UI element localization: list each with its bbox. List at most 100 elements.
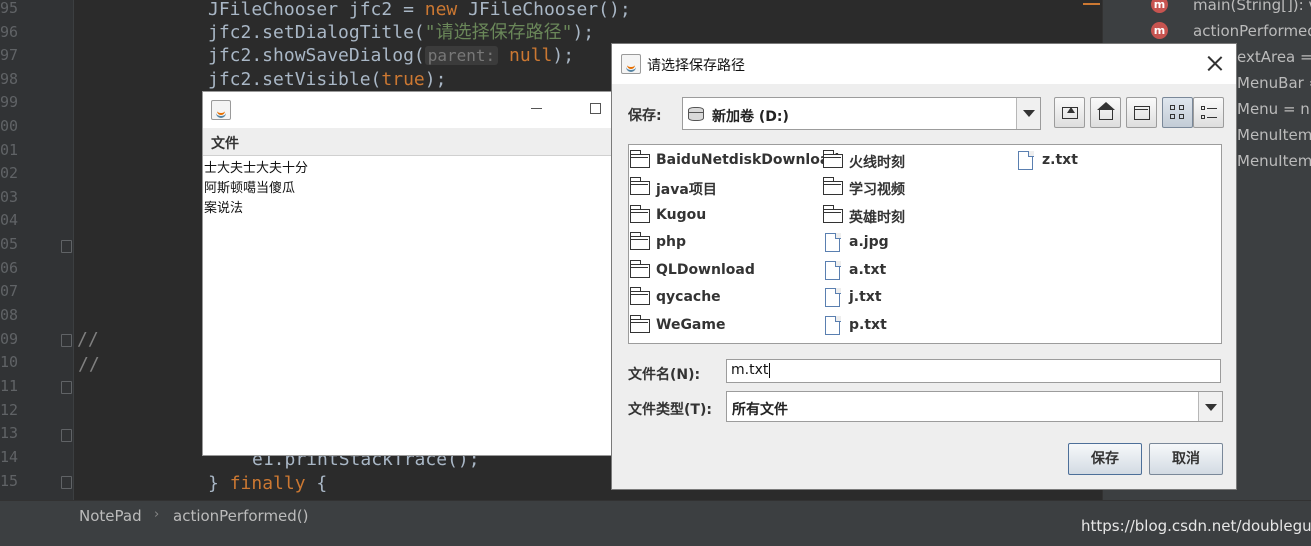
- folder-icon: [629, 232, 650, 250]
- breadcrumb-item-notepad[interactable]: NotePad: [79, 507, 142, 525]
- line-number: 97: [0, 46, 18, 64]
- filetype-dropdown[interactable]: 所有文件: [726, 391, 1223, 422]
- line-number: 12: [0, 401, 18, 419]
- filetype-label: 文件类型(T):: [628, 402, 712, 418]
- line-number: 04: [0, 211, 18, 229]
- code-line: } finally {: [208, 473, 328, 494]
- filename-input[interactable]: m.txt: [726, 359, 1221, 383]
- home-button[interactable]: [1090, 97, 1121, 128]
- breadcrumb-item-method[interactable]: actionPerformed(): [173, 507, 309, 525]
- parameter-hint: parent:: [424, 46, 499, 65]
- line-number: 95: [0, 0, 18, 17]
- chevron-down-icon[interactable]: [1016, 98, 1040, 129]
- notepad-title-bar[interactable]: [203, 92, 613, 128]
- folder-icon: [629, 150, 650, 168]
- java-app-icon: [621, 54, 641, 74]
- new-folder-icon: [1134, 106, 1150, 120]
- code-comment: //: [78, 354, 100, 375]
- new-folder-button[interactable]: [1126, 97, 1157, 128]
- folder-icon: [822, 205, 843, 223]
- line-number: 01: [0, 141, 18, 159]
- dialog-title-bar[interactable]: 请选择保存路径: [612, 44, 1236, 84]
- structure-item[interactable]: main(String[]): v: [1193, 0, 1311, 18]
- save-button[interactable]: 保存: [1068, 443, 1142, 475]
- line-number: 10: [0, 353, 18, 371]
- structure-item[interactable]: Menu = nu: [1237, 96, 1311, 122]
- line-number: 09: [0, 330, 18, 348]
- notepad-menubar: 文件: [203, 128, 613, 156]
- line-number: 15: [0, 472, 18, 490]
- line-number: 03: [0, 188, 18, 206]
- notepad-window: 文件 士大夫士大夫十分 阿斯顿噶当傻瓜 案说法: [202, 91, 614, 456]
- watermark: https://blog.csdn.net/doubleguy: [1081, 517, 1311, 535]
- structure-item[interactable]: MenuBar =: [1237, 70, 1311, 96]
- close-icon[interactable]: [1206, 54, 1224, 72]
- structure-item[interactable]: actionPerformed: [1193, 18, 1311, 44]
- list-view-button[interactable]: [1162, 97, 1193, 128]
- fold-icon[interactable]: [61, 240, 72, 253]
- code-line: jfc2.showSaveDialog(parent: null);: [208, 45, 575, 66]
- home-icon: [1097, 102, 1115, 120]
- folder-icon: [629, 287, 650, 305]
- line-number: 99: [0, 93, 18, 111]
- line-number: 05: [0, 235, 18, 253]
- maximize-icon[interactable]: [590, 103, 601, 114]
- filename-label: 文件名(N):: [628, 367, 701, 383]
- method-icon: m: [1151, 0, 1168, 13]
- dialog-title: 请选择保存路径: [647, 58, 745, 74]
- minimize-icon[interactable]: [531, 108, 542, 109]
- structure-item[interactable]: extArea =: [1237, 44, 1311, 70]
- folder-icon: [629, 205, 650, 223]
- file-icon: [825, 260, 841, 280]
- fold-icon[interactable]: [61, 334, 72, 347]
- line-number: 02: [0, 164, 18, 182]
- fold-icon[interactable]: [61, 476, 72, 489]
- text-line: 阿斯顿噶当傻瓜: [204, 181, 296, 196]
- folder-icon: [629, 260, 650, 278]
- folder-icon: [822, 177, 843, 195]
- java-app-icon: [211, 100, 231, 120]
- code-comment: //: [77, 329, 99, 350]
- line-number: 07: [0, 282, 18, 300]
- details-view-button[interactable]: [1193, 97, 1224, 128]
- line-number: 14: [0, 448, 18, 466]
- text-line: 士大夫士大夫十分: [204, 161, 309, 176]
- menu-file[interactable]: 文件: [211, 133, 239, 153]
- file-list[interactable]: BaiduNetdiskDownload java项目 Kugou php QL…: [628, 144, 1222, 344]
- filetype-value: 所有文件: [732, 402, 788, 418]
- file-icon: [825, 315, 841, 335]
- line-number: 13: [0, 424, 18, 442]
- text-line: 案说法: [204, 201, 244, 216]
- line-number: 98: [0, 70, 18, 88]
- fold-icon[interactable]: [61, 429, 72, 442]
- folder-icon: [822, 150, 843, 168]
- line-number: 06: [0, 259, 18, 277]
- up-one-level-button[interactable]: [1054, 97, 1085, 128]
- line-number: 96: [0, 23, 18, 41]
- text-caret: [769, 362, 771, 378]
- details-view-icon: [1201, 105, 1217, 121]
- structure-item[interactable]: MenuItem: [1237, 148, 1311, 174]
- folder-icon: [629, 177, 650, 195]
- chevron-down-icon[interactable]: [1198, 392, 1222, 421]
- line-number: 11: [0, 377, 18, 395]
- warning-marker: [1083, 3, 1100, 5]
- code-line: jfc2.setVisible(true);: [208, 69, 447, 90]
- code-line: JFileChooser jfc2 = new JFileChooser();: [208, 0, 631, 20]
- grid-view-icon: [1170, 105, 1186, 121]
- save-dialog: 请选择保存路径 保存: 新加卷 (D:) BaiduNetdiskDownloa…: [611, 43, 1237, 490]
- notepad-text-area[interactable]: 士大夫士大夫十分 阿斯顿噶当傻瓜 案说法: [204, 159, 609, 219]
- line-number: 00: [0, 117, 18, 135]
- fold-icon[interactable]: [61, 381, 72, 394]
- folder-icon: [629, 315, 650, 333]
- drive-icon: [688, 107, 704, 121]
- cancel-button[interactable]: 取消: [1149, 443, 1223, 475]
- save-in-dropdown[interactable]: 新加卷 (D:): [682, 97, 1041, 130]
- save-in-label: 保存:: [628, 108, 662, 124]
- file-icon: [1018, 150, 1034, 170]
- structure-item[interactable]: MenuItem: [1237, 122, 1311, 148]
- file-icon: [825, 232, 841, 252]
- file-icon: [825, 287, 841, 307]
- breadcrumb-separator: ›: [154, 507, 160, 522]
- line-gutter: 95 96 97 98 99 00 01 02 03 04 05 06 07 0…: [0, 0, 74, 500]
